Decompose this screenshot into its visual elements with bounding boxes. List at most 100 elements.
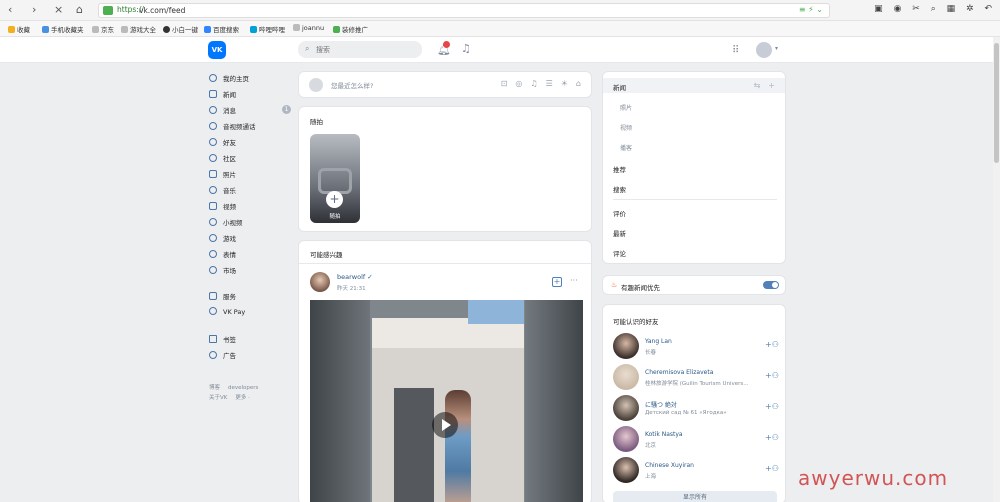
back-icon[interactable]: ‹ bbox=[8, 3, 12, 16]
footer-link-blog[interactable]: 博客 bbox=[209, 385, 220, 391]
chevron-down-icon[interactable]: ▾ bbox=[775, 45, 778, 52]
sidebar-item-vkpay[interactable]: VK Pay bbox=[209, 307, 293, 321]
footer-link-about[interactable]: 关于VK bbox=[209, 395, 227, 401]
friend-avatar[interactable] bbox=[613, 457, 639, 483]
interesting-first-toggle[interactable] bbox=[763, 281, 779, 289]
post-composer[interactable]: 您最近怎么样? ⊡ ◎ ♫ ☰ ☀ ⌂ bbox=[298, 71, 592, 98]
add-friend-icon[interactable]: +⚇ bbox=[765, 433, 779, 442]
friend-name[interactable]: Kotik Nastya bbox=[645, 431, 683, 438]
bookmark-item[interactable]: 百度搜索 bbox=[204, 24, 239, 34]
footer-link-developers[interactable]: developers bbox=[228, 385, 258, 391]
address-bar[interactable]: https:// vk.com/feed ≡ ⚡ ⌄ bbox=[98, 3, 830, 18]
profile-avatar[interactable] bbox=[756, 42, 772, 58]
bookmark-item[interactable]: 京东 bbox=[92, 24, 114, 34]
video-icon[interactable]: ◎ bbox=[515, 79, 522, 88]
feed-menu-search[interactable]: 搜索 bbox=[613, 184, 626, 194]
feed-menu-recommended[interactable]: 推荐 bbox=[613, 164, 626, 174]
subscribe-icon[interactable]: + bbox=[552, 277, 562, 287]
bookmark-item[interactable]: 收藏 bbox=[8, 24, 30, 34]
footer-link-more[interactable]: 更多 · bbox=[235, 395, 250, 401]
add-friend-icon[interactable]: +⚇ bbox=[765, 464, 779, 473]
sidebar-item-friends[interactable]: 好友 bbox=[209, 137, 293, 151]
bookmark-item[interactable]: joannu bbox=[293, 24, 324, 32]
add-friend-icon[interactable]: +⚇ bbox=[765, 371, 779, 380]
idea-icon[interactable]: ☀ bbox=[561, 79, 568, 88]
search-box[interactable]: ⌕ bbox=[298, 41, 422, 58]
sidebar-item-video[interactable]: 视频 bbox=[209, 201, 293, 215]
home-icon[interactable]: ⌂ bbox=[76, 3, 83, 16]
feed-menu-comments[interactable]: 评论 bbox=[613, 248, 626, 258]
bookmark-item[interactable]: 哔哩哔哩 bbox=[250, 24, 285, 34]
bookmark-item[interactable]: 游戏大全 bbox=[121, 24, 156, 34]
sidebar-item-services[interactable]: 服务 bbox=[209, 291, 293, 305]
friend-name[interactable]: Chinese Xuyiran bbox=[645, 462, 694, 469]
settings-icon[interactable]: ✲ bbox=[966, 4, 974, 14]
article-icon[interactable]: ☰ bbox=[546, 79, 553, 88]
settings-icon[interactable]: ⇆ bbox=[754, 81, 761, 90]
friend-name[interactable]: Cheremisova Elizaveta bbox=[645, 369, 713, 376]
bookmark-item[interactable]: 小白一键 bbox=[163, 24, 198, 34]
sidebar-item-calls[interactable]: 音视频通话 bbox=[209, 121, 293, 135]
stop-icon[interactable]: × bbox=[54, 3, 63, 16]
interesting-first-row[interactable]: ♨ 有趣新闻优先 bbox=[602, 275, 786, 295]
post-author-avatar[interactable] bbox=[310, 272, 330, 292]
undo-icon[interactable]: ↶ bbox=[984, 4, 992, 14]
friend-avatar[interactable] bbox=[613, 426, 639, 452]
friend-name[interactable]: Yang Lan bbox=[645, 338, 672, 345]
search-input[interactable] bbox=[316, 43, 416, 56]
sidebar-item-bookmarks[interactable]: 书签 bbox=[209, 334, 293, 348]
grid-icon[interactable]: ▦ bbox=[947, 4, 956, 14]
composer-placeholder[interactable]: 您最近怎么样? bbox=[331, 80, 373, 90]
bookmark-item[interactable]: 装修推广 bbox=[333, 24, 368, 34]
find-icon[interactable]: ⌕ bbox=[931, 4, 936, 14]
page-scrollbar[interactable] bbox=[993, 37, 1000, 502]
friend-avatar[interactable] bbox=[613, 364, 639, 390]
show-all-friends-button[interactable]: 显示所有 bbox=[613, 491, 777, 502]
music-icon[interactable]: ♫ bbox=[530, 79, 537, 88]
post-author-name[interactable]: bearwolf ✓ bbox=[337, 273, 373, 281]
feed-menu-news[interactable]: 新闻 bbox=[613, 82, 626, 92]
sidebar-item-my-page[interactable]: 我的主页 bbox=[209, 73, 293, 87]
feed-menu-podcasts[interactable]: 播客 bbox=[620, 143, 632, 152]
add-friend-icon[interactable]: +⚇ bbox=[765, 402, 779, 411]
sidebar-item-music[interactable]: 音乐 bbox=[209, 185, 293, 199]
music-note-icon[interactable]: ♫ bbox=[461, 42, 471, 55]
communities-icon bbox=[209, 154, 217, 162]
forward-icon[interactable]: › bbox=[32, 3, 36, 16]
create-story-tile[interactable]: + 随拍 bbox=[310, 134, 360, 223]
scissors-icon[interactable]: ✂ bbox=[912, 4, 920, 14]
lock-icon[interactable]: ⌂ bbox=[576, 79, 581, 88]
bookmark-item[interactable]: 手机收藏夹 bbox=[42, 24, 84, 34]
more-icon[interactable]: ··· bbox=[570, 276, 578, 285]
sidebar-item-news[interactable]: 新闻 bbox=[209, 89, 293, 103]
sidebar-item-messages[interactable]: 消息 bbox=[209, 105, 293, 119]
feed-menu-photos[interactable]: 照片 bbox=[620, 103, 632, 112]
sidebar-item-market[interactable]: 市场 bbox=[209, 265, 293, 279]
sidebar-item-games[interactable]: 游戏 bbox=[209, 233, 293, 247]
camera-icon[interactable]: ⊡ bbox=[501, 79, 508, 88]
friend-avatar[interactable] bbox=[613, 333, 639, 359]
sidebar-item-clips[interactable]: 小视频 bbox=[209, 217, 293, 231]
add-icon[interactable]: + bbox=[768, 81, 775, 90]
vk-logo[interactable]: VK bbox=[208, 41, 226, 59]
tab-icon[interactable]: ▣ bbox=[874, 4, 883, 14]
address-actions-icon[interactable]: ≡ ⚡ ⌄ bbox=[799, 5, 823, 14]
apps-grid-icon[interactable]: ⠿ bbox=[732, 45, 739, 56]
feed-menu-reviews[interactable]: 评价 bbox=[613, 208, 626, 218]
sidebar-item-stickers[interactable]: 表情 bbox=[209, 249, 293, 263]
feed-menu-videos[interactable]: 视频 bbox=[620, 123, 632, 132]
post-video[interactable] bbox=[310, 300, 583, 502]
feed-menu-latest[interactable]: 最新 bbox=[613, 228, 626, 238]
friend-name[interactable]: に騒つ 絶対 bbox=[645, 400, 677, 409]
sidebar-item-communities[interactable]: 社区 bbox=[209, 153, 293, 167]
possible-friends-title: 可能认识的好友 bbox=[613, 318, 659, 326]
sidebar-item-photos[interactable]: 照片 bbox=[209, 169, 293, 183]
sidebar-item-ads[interactable]: 广告 bbox=[209, 350, 293, 364]
post-time[interactable]: 昨天 21:31 bbox=[337, 284, 366, 292]
extension-icon[interactable]: ◉ bbox=[894, 4, 902, 14]
fire-icon: ♨ bbox=[611, 281, 618, 289]
friend-avatar[interactable] bbox=[613, 395, 639, 421]
play-icon[interactable] bbox=[432, 412, 458, 438]
add-friend-icon[interactable]: +⚇ bbox=[765, 340, 779, 349]
scrollbar-thumb[interactable] bbox=[994, 43, 999, 163]
